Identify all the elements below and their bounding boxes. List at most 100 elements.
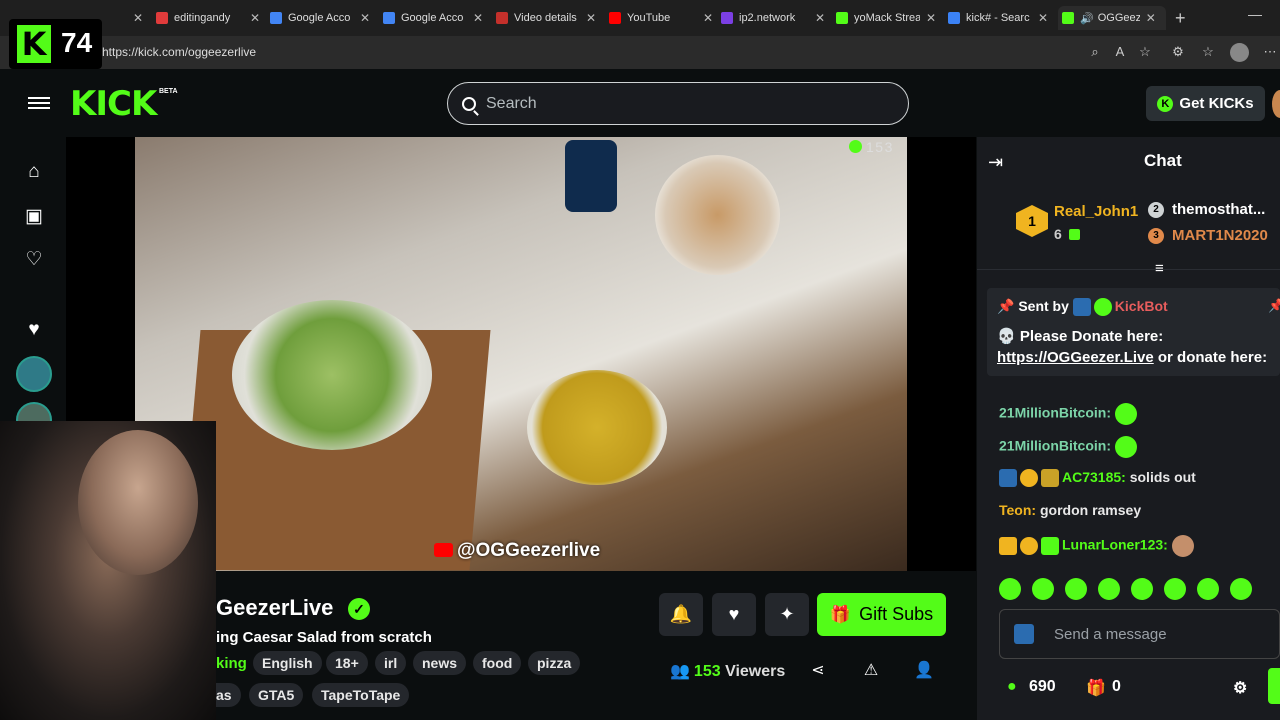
minimize-icon[interactable]: — xyxy=(1248,6,1262,22)
extensions-icon[interactable]: ⚙ xyxy=(1170,44,1186,60)
browser-tab[interactable]: Google Acco ✕ xyxy=(383,6,483,30)
profile-avatar[interactable] xyxy=(1230,43,1249,62)
close-icon[interactable]: ✕ xyxy=(1146,11,1156,25)
gift-subs-button[interactable]: 🎁 Gift Subs xyxy=(817,593,946,636)
close-icon[interactable]: ✕ xyxy=(133,11,143,25)
tab-label: ip2.network xyxy=(739,12,796,24)
stream-category[interactable]: king xyxy=(216,655,247,672)
close-icon[interactable]: ✕ xyxy=(586,11,596,25)
skull-icon: 💀 xyxy=(997,328,1016,345)
tab-label: YouTube xyxy=(627,12,671,24)
stream-tag[interactable]: food xyxy=(473,651,522,675)
expand-leaderboard-icon[interactable]: ≡ xyxy=(1155,260,1164,277)
pinned-message-text: Please Donate here: xyxy=(1019,328,1164,345)
browse-icon[interactable]: ▣ xyxy=(22,205,46,229)
emote-icon[interactable] xyxy=(1230,578,1252,600)
stream-tag[interactable]: 18+ xyxy=(326,651,368,675)
stream-tag[interactable]: irl xyxy=(375,651,407,675)
browser-tab-active[interactable]: 🔊 OGGeez ✕ xyxy=(1058,6,1166,30)
stream-tag[interactable]: English xyxy=(253,651,322,675)
chat-username[interactable]: 21MillionBitcoin: xyxy=(999,438,1111,454)
speaker-icon[interactable]: 🔊 xyxy=(1080,12,1094,25)
url-field[interactable]: https://kick.com/oggeezerlive xyxy=(102,45,256,59)
new-tab-icon[interactable]: + xyxy=(1175,8,1186,29)
donate-link[interactable]: https://OGGeezer.Live xyxy=(997,349,1154,366)
close-icon[interactable]: ✕ xyxy=(250,11,260,25)
browser-tab[interactable]: Video details ✕ xyxy=(496,6,596,30)
live-viewer-count: 153 xyxy=(849,139,894,155)
chat-username[interactable]: LunarLoner123: xyxy=(1062,537,1168,553)
second-place-badge-icon: 2 xyxy=(1148,202,1164,218)
browser-tab[interactable]: Google Acco ✕ xyxy=(270,6,370,30)
close-icon[interactable]: ✕ xyxy=(815,11,825,25)
emote-icon[interactable] xyxy=(1032,578,1054,600)
badge-icon xyxy=(1041,537,1059,555)
favorites-icon[interactable]: ☆ xyxy=(1200,44,1216,60)
emote-icon[interactable] xyxy=(999,578,1021,600)
settings-gear-icon[interactable]: ⚙ xyxy=(1233,678,1247,698)
leaderboard-first-name[interactable]: Real_John1 xyxy=(1054,203,1138,220)
chat-username[interactable]: 21MillionBitcoin: xyxy=(999,405,1111,421)
pinned-bot-name[interactable]: KickBot xyxy=(1115,298,1168,314)
chat-username[interactable]: Teon: xyxy=(999,502,1036,518)
close-icon[interactable]: ✕ xyxy=(926,11,936,25)
browser-tab[interactable]: ip2.network ✕ xyxy=(721,6,827,30)
search-input[interactable]: Search xyxy=(447,82,909,125)
leaderboard-second-name[interactable]: themosthat... xyxy=(1172,201,1265,218)
chat-username[interactable]: AC73185: xyxy=(1062,469,1126,485)
collapse-chat-icon[interactable]: ⇥ xyxy=(988,152,1003,173)
emote-icon[interactable] xyxy=(1098,578,1120,600)
sparkle-button[interactable]: ✦ xyxy=(765,593,809,636)
container xyxy=(655,155,780,275)
points-value: 690 xyxy=(1029,678,1056,695)
channel-name[interactable]: GeezerLive xyxy=(216,595,333,621)
stream-tag[interactable]: pizza xyxy=(528,651,581,675)
close-icon[interactable]: ✕ xyxy=(473,11,483,25)
browser-tab[interactable]: kick# - Searc ✕ xyxy=(948,6,1048,30)
close-icon[interactable]: ✕ xyxy=(703,11,713,25)
stream-tag[interactable]: news xyxy=(413,651,467,675)
emote-menu-icon[interactable] xyxy=(1014,624,1034,644)
get-kicks-button[interactable]: K Get KICKs xyxy=(1146,86,1265,121)
emote-icon[interactable] xyxy=(1164,578,1186,600)
more-menu-icon[interactable]: ⋯ xyxy=(1262,44,1278,60)
followed-channel-avatar[interactable] xyxy=(16,356,52,392)
browser-tab[interactable]: yoMack Strea ✕ xyxy=(836,6,936,30)
chat-message: LunarLoner123: xyxy=(999,535,1194,557)
stream-tag[interactable]: as xyxy=(216,683,241,707)
tab-label: editingandy xyxy=(174,12,231,24)
follow-heart-button[interactable]: ♥ xyxy=(712,593,756,636)
stream-tag[interactable]: GTA5 xyxy=(249,683,304,707)
zoom-icon[interactable]: ⌕ xyxy=(1087,44,1103,60)
points-icon[interactable]: ● xyxy=(1007,678,1017,696)
kick-logo[interactable]: KICK xyxy=(70,84,157,124)
following-heart-icon[interactable]: ♡ xyxy=(22,248,46,272)
get-kicks-label: Get KICKs xyxy=(1179,95,1254,112)
browser-tab[interactable]: editingandy ✕ xyxy=(156,6,260,30)
share-icon[interactable]: ⋖ xyxy=(808,660,828,680)
emote-icon[interactable] xyxy=(1197,578,1219,600)
stream-tag[interactable]: TapeToTape xyxy=(312,683,410,707)
gift-icon[interactable]: 🎁 xyxy=(1086,678,1106,698)
pin-icon: 📌 xyxy=(997,298,1015,314)
emote-icon[interactable] xyxy=(1131,578,1153,600)
chat-message: Teon: gordon ramsey xyxy=(999,502,1141,518)
browser-tab[interactable]: YouTube ✕ xyxy=(609,6,714,30)
home-icon[interactable]: ⌂ xyxy=(22,160,46,184)
send-message-input[interactable]: Send a message xyxy=(999,609,1280,659)
chat-send-button[interactable] xyxy=(1268,668,1280,704)
leaderboard-third-name[interactable]: MART1N2020 xyxy=(1172,227,1268,244)
close-icon[interactable]: ✕ xyxy=(360,11,370,25)
read-aloud-icon[interactable]: A xyxy=(1112,44,1128,60)
user-options-icon[interactable]: 👤 xyxy=(914,660,934,680)
menu-icon[interactable] xyxy=(28,94,50,112)
close-icon[interactable]: ✕ xyxy=(1038,11,1048,25)
google-icon xyxy=(383,12,395,24)
favorite-star-icon[interactable]: ☆ xyxy=(1137,44,1153,60)
emote-icon[interactable] xyxy=(1065,578,1087,600)
viewers-count: 153 xyxy=(693,663,721,680)
browser-tab[interactable]: ✕ xyxy=(105,6,145,30)
notifications-bell-button[interactable]: 🔔 xyxy=(659,593,703,636)
unpin-icon[interactable]: 📌 xyxy=(1268,298,1280,314)
report-icon[interactable]: ⚠ xyxy=(861,660,881,680)
